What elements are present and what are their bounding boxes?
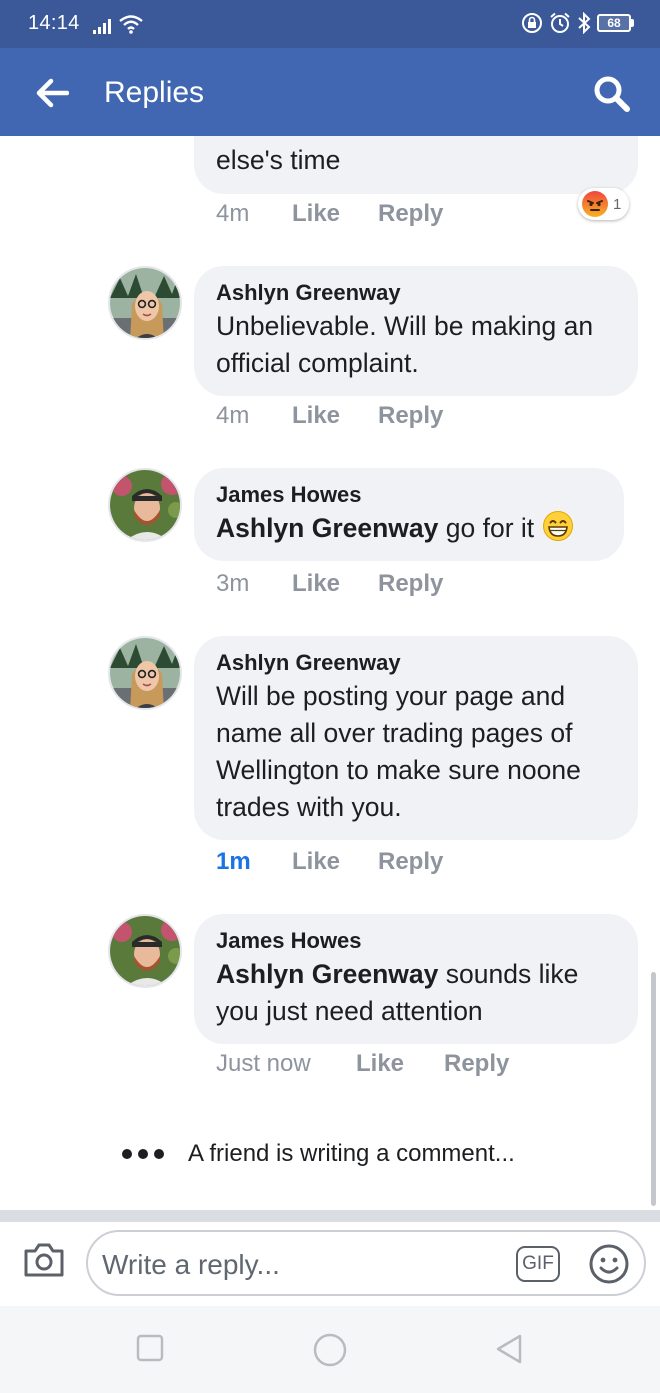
reply-composer: Write a reply... GIF bbox=[0, 1222, 660, 1306]
page-title: Replies bbox=[104, 76, 205, 109]
reply-button[interactable]: Reply bbox=[378, 848, 443, 876]
arrow-left-icon bbox=[36, 78, 69, 108]
comment-text: go for it bbox=[438, 513, 535, 543]
grinning-emoji-icon bbox=[542, 511, 573, 541]
comment-bubble: Ashlyn Greenway Will be posting your pag… bbox=[194, 636, 638, 840]
comment-bubble: else's time bbox=[194, 136, 638, 194]
divider bbox=[0, 1210, 660, 1222]
comment-time: 1m bbox=[216, 848, 251, 875]
avatar[interactable] bbox=[108, 468, 182, 542]
comment-actions: 3m Like Reply bbox=[216, 570, 443, 598]
comment-author[interactable]: Ashlyn Greenway bbox=[216, 278, 616, 308]
comment-text: Unbelievable. Will be making an official… bbox=[216, 311, 594, 378]
typing-dots-icon bbox=[122, 1149, 164, 1159]
status-bar: 14:14 68 bbox=[0, 0, 660, 48]
comment-author[interactable]: Ashlyn Greenway bbox=[216, 648, 616, 678]
reply-placeholder: Write a reply... bbox=[102, 1249, 280, 1280]
comment-time: Just now bbox=[216, 1050, 311, 1077]
like-button[interactable]: Like bbox=[356, 1050, 444, 1078]
replies-feed[interactable]: else's time 4m Like Reply 1 Ashlyn Green… bbox=[0, 136, 660, 1210]
comment-text: Will be posting your page and name all o… bbox=[216, 681, 581, 822]
scrollbar[interactable] bbox=[651, 972, 656, 1206]
circle-icon bbox=[313, 1333, 347, 1367]
reply-button[interactable]: Reply bbox=[378, 570, 443, 598]
vpn-lock-icon bbox=[522, 13, 542, 33]
reply-button[interactable]: Reply bbox=[378, 200, 443, 228]
app-bar: Replies bbox=[0, 48, 660, 136]
bluetooth-icon bbox=[578, 12, 591, 34]
avatar[interactable] bbox=[108, 636, 182, 710]
home-button[interactable] bbox=[312, 1332, 348, 1368]
triangle-back-icon bbox=[496, 1334, 522, 1364]
emoji-button[interactable] bbox=[588, 1243, 630, 1285]
comment-actions: 4m Like Reply bbox=[216, 200, 443, 228]
gif-button[interactable]: GIF bbox=[516, 1246, 560, 1282]
mention-link[interactable]: Ashlyn Greenway bbox=[216, 959, 438, 989]
search-icon bbox=[594, 76, 630, 112]
camera-icon bbox=[24, 1243, 64, 1277]
comment-time: 4m bbox=[216, 402, 250, 429]
like-button[interactable]: Like bbox=[292, 570, 378, 598]
comment-bubble: James Howes Ashlyn Greenway sounds like … bbox=[194, 914, 638, 1044]
comment-text: else's time bbox=[216, 145, 341, 175]
comment-bubble: Ashlyn Greenway Unbelievable. Will be ma… bbox=[194, 266, 638, 396]
system-nav-bar bbox=[0, 1306, 660, 1393]
like-button[interactable]: Like bbox=[292, 200, 378, 228]
like-button[interactable]: Like bbox=[292, 402, 378, 430]
comment-time: 3m bbox=[216, 570, 250, 597]
reply-button[interactable]: Reply bbox=[378, 402, 443, 430]
battery-indicator: 68 bbox=[597, 14, 634, 32]
status-time: 14:14 bbox=[28, 12, 80, 34]
comment-time: 4m bbox=[216, 200, 250, 227]
comment-bubble: James Howes Ashlyn Greenway go for it bbox=[194, 468, 624, 561]
alarm-icon bbox=[550, 12, 570, 33]
reaction-count: 1 bbox=[613, 195, 622, 213]
signal-icon bbox=[93, 19, 111, 34]
like-button[interactable]: Like bbox=[292, 848, 378, 876]
square-icon bbox=[136, 1334, 164, 1362]
reply-input[interactable]: Write a reply... GIF bbox=[86, 1230, 646, 1296]
comment-actions: Just now Like Reply bbox=[216, 1050, 509, 1078]
camera-button[interactable] bbox=[22, 1240, 66, 1280]
comment-author[interactable]: James Howes bbox=[216, 926, 616, 956]
mention-link[interactable]: Ashlyn Greenway bbox=[216, 513, 438, 543]
comment-actions: 1m Like Reply bbox=[216, 848, 443, 876]
smiley-icon bbox=[589, 1244, 629, 1284]
recents-button[interactable] bbox=[134, 1332, 170, 1368]
typing-text: A friend is writing a comment... bbox=[188, 1140, 515, 1167]
back-button[interactable] bbox=[32, 76, 72, 110]
comment-actions: 4m Like Reply bbox=[216, 402, 443, 430]
comment-author[interactable]: James Howes bbox=[216, 480, 602, 510]
search-button[interactable] bbox=[592, 74, 632, 114]
avatar[interactable] bbox=[108, 266, 182, 340]
avatar[interactable] bbox=[108, 914, 182, 988]
battery-level: 68 bbox=[597, 14, 631, 32]
angry-reaction-icon bbox=[582, 191, 608, 217]
back-nav-button[interactable] bbox=[492, 1332, 528, 1368]
reply-button[interactable]: Reply bbox=[444, 1050, 509, 1078]
typing-indicator: A friend is writing a comment... bbox=[122, 1140, 515, 1168]
reaction-badge[interactable]: 1 bbox=[578, 188, 630, 220]
wifi-icon bbox=[119, 15, 143, 34]
